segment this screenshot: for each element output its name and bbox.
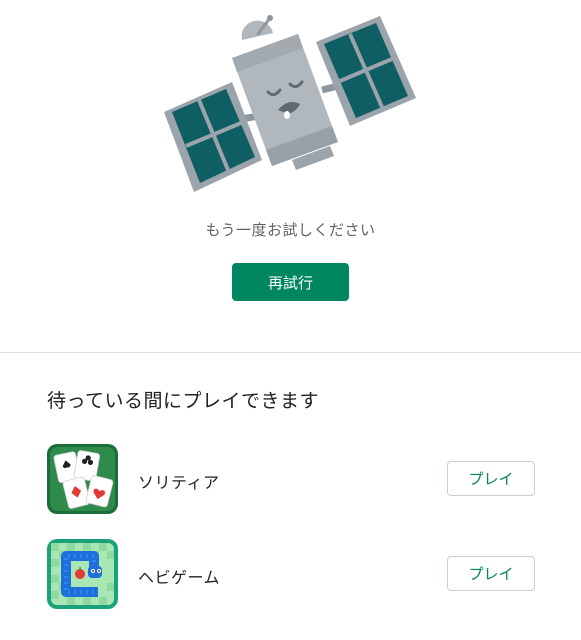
game-row-solitaire: ソリティア プレイ: [0, 443, 581, 515]
satellite-dish: [241, 15, 273, 40]
play-snake-button[interactable]: プレイ: [447, 556, 535, 591]
game-row-snake: ヘビゲーム プレイ: [0, 538, 581, 610]
retry-button[interactable]: 再試行: [232, 263, 349, 301]
games-heading: 待っている間にプレイできます: [47, 390, 320, 412]
satellite-illustration: [164, 15, 416, 192]
error-message: もう一度お試しください: [205, 221, 376, 239]
right-solar-panel: [316, 16, 416, 126]
game-name: ヘビゲーム: [138, 568, 221, 587]
solitaire-icon: [47, 444, 118, 514]
section-divider: [0, 352, 581, 353]
play-solitaire-button[interactable]: プレイ: [447, 461, 535, 496]
error-section: もう一度お試しください 再試行: [0, 0, 581, 352]
game-name: ソリティア: [138, 473, 220, 492]
snake-icon: [47, 539, 118, 609]
